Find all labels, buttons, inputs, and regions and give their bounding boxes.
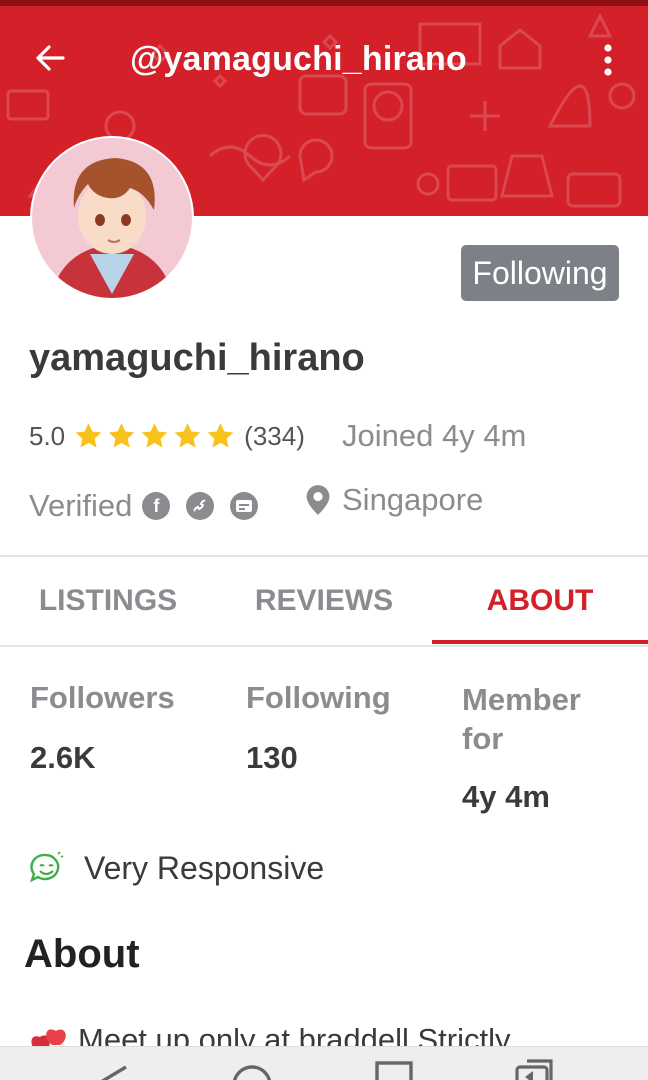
smiley-chat-icon [30, 851, 64, 883]
rating-row[interactable]: 5.0 (334) [29, 418, 305, 454]
rating-value: 5.0 [29, 420, 66, 451]
tab-listings[interactable]: LISTINGS [0, 557, 216, 645]
phone-icon [186, 492, 215, 520]
nav-switch-button[interactable] [505, 1047, 565, 1080]
about-heading: About [24, 932, 140, 976]
email-icon [230, 492, 259, 520]
star-icon [174, 423, 201, 448]
stat-followers-value[interactable]: 2.6K [30, 740, 95, 776]
following-button[interactable]: Following [461, 245, 619, 301]
profile-username: yamaguchi_hirano [29, 337, 365, 379]
responsive-label: Very Responsive [84, 849, 325, 886]
rating-stars [73, 421, 236, 451]
nav-home-button[interactable] [222, 1047, 282, 1080]
verified-row: Verified f [29, 486, 274, 526]
location-pin-icon [306, 485, 330, 515]
profile-tabs: LISTINGS REVIEWS ABOUT [0, 557, 648, 645]
back-button[interactable] [28, 36, 72, 80]
stat-member-value: 4y 4m [462, 779, 550, 814]
facebook-icon: f [142, 492, 171, 520]
joined-duration: Joined 4y 4m [342, 418, 527, 453]
avatar[interactable] [30, 136, 194, 300]
stat-following-label: Following [246, 680, 391, 715]
stat-following-value[interactable]: 130 [246, 740, 298, 776]
location: Singapore [304, 480, 483, 520]
nav-back-button[interactable] [82, 1047, 142, 1080]
verified-label: Verified [29, 488, 133, 523]
avatar-image [30, 136, 194, 300]
more-options-button[interactable] [592, 36, 624, 84]
location-text: Singapore [342, 482, 484, 517]
star-icon [141, 423, 168, 448]
star-icon [108, 423, 135, 448]
back-arrow-icon [36, 45, 65, 71]
tab-about[interactable]: ABOUT [432, 557, 648, 645]
stat-followers-label: Followers [30, 680, 175, 715]
nav-recents-button[interactable] [365, 1047, 425, 1080]
stat-member-label: Member for [462, 682, 581, 756]
more-vertical-icon [604, 44, 612, 76]
tab-reviews[interactable]: REVIEWS [216, 557, 432, 645]
star-icon [207, 423, 234, 448]
star-icon [75, 423, 102, 448]
android-nav-bar [0, 1046, 648, 1080]
header-title: @yamaguchi_hirano [130, 40, 467, 78]
rating-count: (334) [244, 420, 305, 451]
nav-switch-icon [515, 1059, 553, 1080]
profile-page: @yamaguchi_hirano Following yamaguchi_hi… [0, 0, 648, 1080]
active-tab-indicator [432, 640, 648, 644]
nav-home-icon [232, 1065, 272, 1080]
nav-back-icon [101, 1065, 127, 1080]
responsive-badge: Very Responsive [30, 845, 324, 891]
nav-recents-icon [375, 1061, 413, 1080]
divider [0, 645, 648, 647]
